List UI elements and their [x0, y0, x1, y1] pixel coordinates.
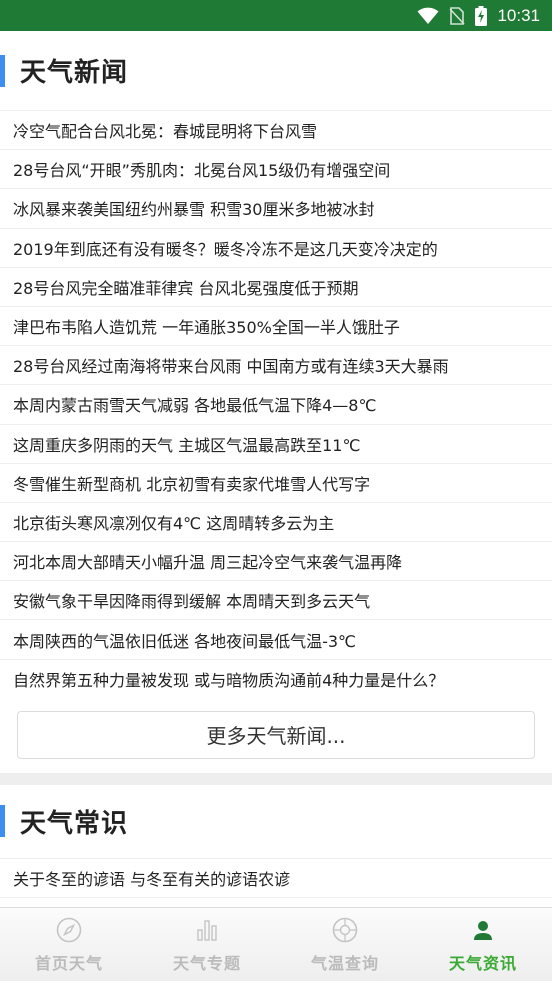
knowledge-section-title: 天气常识 [20, 808, 129, 839]
wifi-icon [417, 7, 439, 25]
nav-weather-topics[interactable]: 天气专题 [138, 908, 276, 981]
news-item[interactable]: 这周重庆多阴雨的天气 主城区气温最高跌至11℃ [0, 425, 552, 464]
content: 天气新闻 冷空气配合台风北冕：春城昆明将下台风雪 28号台风“开眼”秀肌肉：北冕… [0, 31, 552, 907]
news-item[interactable]: 冬雪催生新型商机 北京初雪有卖家代堆雪人代写字 [0, 464, 552, 503]
news-section-title: 天气新闻 [20, 58, 129, 88]
news-item[interactable]: 28号台风“开眼”秀肌肉：北冕台风15级仍有增强空间 [0, 150, 552, 190]
knowledge-section-header: 天气常识 [0, 785, 552, 859]
news-item[interactable]: 28号台风经过南海将带来台风雨 中国南方或有连续3天大暴雨 [0, 346, 552, 386]
battery-charging-icon [475, 5, 488, 26]
news-item[interactable]: 安徽气象干旱因降雨得到缓解 本周晴天到多云天气 [0, 581, 552, 621]
nav-label: 首页天气 [34, 953, 103, 973]
knowledge-list: 关于冬至的谚语 与冬至有关的谚语农谚 [0, 859, 552, 898]
news-item[interactable]: 津巴布韦陷人造饥荒 一年通胀350%全国一半人饿肚子 [0, 307, 552, 347]
nav-weather-news[interactable]: 天气资讯 [414, 908, 552, 981]
section-divider [0, 772, 552, 785]
compass-icon [55, 916, 83, 944]
news-section: 天气新闻 冷空气配合台风北冕：春城昆明将下台风雪 28号台风“开眼”秀肌肉：北冕… [0, 31, 552, 773]
news-item[interactable]: 河北本周大部晴天小幅升温 周三起冷空气来袭气温再降 [0, 542, 552, 582]
more-news-wrap: 更多天气新闻... [0, 699, 552, 773]
more-news-button[interactable]: 更多天气新闻... [17, 710, 535, 759]
news-list: 冷空气配合台风北冕：春城昆明将下台风雪 28号台风“开眼”秀肌肉：北冕台风15级… [0, 111, 552, 699]
nav-home-weather[interactable]: 首页天气 [0, 908, 138, 981]
status-bar: 10:31 [0, 0, 552, 31]
nav-label: 天气专题 [172, 953, 241, 973]
knowledge-section: 天气常识 关于冬至的谚语 与冬至有关的谚语农谚 [0, 785, 552, 898]
nav-temperature-query[interactable]: 气温查询 [276, 908, 414, 981]
news-item[interactable]: 冷空气配合台风北冕：春城昆明将下台风雪 [0, 111, 552, 151]
news-item[interactable]: 冰风暴来袭美国纽约州暴雪 积雪30厘米多地被冰封 [0, 189, 552, 229]
news-item[interactable]: 自然界第五种力量被发现 或与暗物质沟通前4种力量是什么？ [0, 660, 552, 699]
news-item[interactable]: 28号台风完全瞄准菲律宾 台风北冕强度低于预期 [0, 268, 552, 307]
knowledge-item[interactable]: 关于冬至的谚语 与冬至有关的谚语农谚 [0, 859, 552, 898]
news-item[interactable]: 本周内蒙古雨雪天气减弱 各地最低气温下降4—8℃ [0, 385, 552, 425]
news-item[interactable]: 本周陕西的气温依旧低迷 各地夜间最低气温-3℃ [0, 620, 552, 660]
person-icon [469, 916, 497, 944]
news-section-header: 天气新闻 [0, 31, 552, 111]
bar-chart-icon [193, 916, 221, 944]
no-sim-icon [449, 6, 466, 25]
news-item[interactable]: 2019年到底还有没有暖冬？暖冬冷冻不是这几天变冷决定的 [0, 229, 552, 268]
ball-icon [331, 916, 359, 944]
news-item[interactable]: 北京街头寒风凛冽仅有4℃ 这周晴转多云为主 [0, 503, 552, 543]
accent-bar [0, 805, 5, 838]
accent-bar [0, 54, 5, 87]
nav-label: 气温查询 [310, 953, 379, 973]
nav-label: 天气资讯 [448, 953, 517, 973]
bottom-nav: 首页天气 天气专题 气温查询 天气资讯 [0, 907, 552, 981]
status-time: 10:31 [497, 5, 540, 25]
